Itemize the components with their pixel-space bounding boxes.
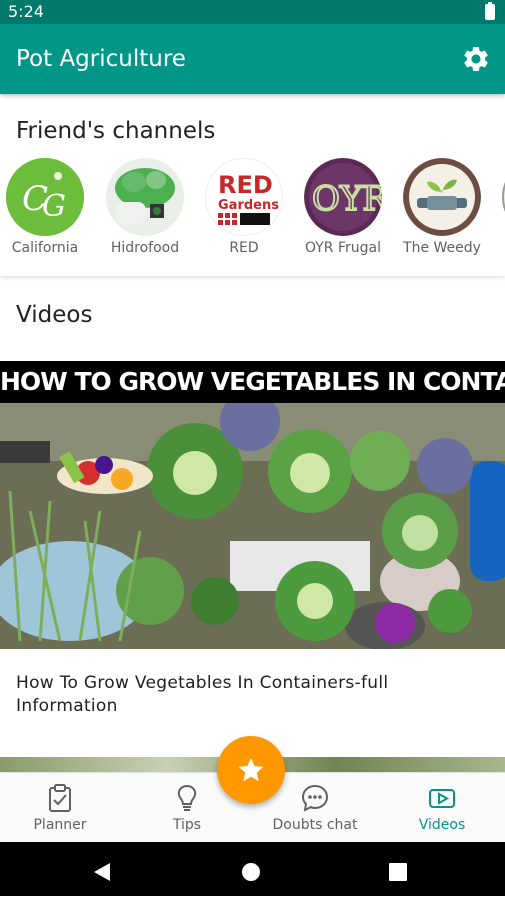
channel-avatar-weedy [403,158,481,236]
favorite-fab[interactable] [217,736,285,804]
channel-item[interactable]: RED Gardens RED [194,156,294,266]
nav-item-videos[interactable]: Videos [379,773,505,843]
channel-item[interactable] [491,156,505,266]
chat-icon [300,783,330,813]
red-logo-line2: Gardens [218,198,279,213]
clipboard-check-icon [45,783,75,813]
channel-item[interactable]: Hidrofood [95,156,195,266]
channel-avatar-hidrofood [106,158,184,236]
videos-title: Videos [16,302,93,328]
svg-text:G: G [42,189,66,224]
channel-avatar-oyr: OYR [304,158,382,236]
video-thumbnail[interactable]: HOW TO GROW VEGETABLES IN CONTAINERS [0,361,505,649]
nav-label: Videos [418,817,466,833]
system-nav-bar [0,842,505,896]
gear-icon[interactable] [461,44,491,74]
recents-icon [389,863,407,881]
status-time: 5:24 [8,2,44,21]
channel-name: Hidrofood [110,240,180,256]
friends-channels-card: Friend's channels C G California Hidrofo… [0,94,505,276]
thumbnail-title: HOW TO GROW VEGETABLES IN CONTAINERS [0,361,505,403]
channels-row[interactable]: C G California Hidrofood RED Gardens RED… [0,156,505,266]
channel-name: OYR Frugal [304,240,381,256]
channel-avatar-red: RED Gardens [205,158,283,236]
friends-title: Friend's channels [16,118,216,144]
app-bar: Pot Agriculture [0,24,505,94]
back-icon [94,863,110,881]
nav-label: Doubts chat [272,817,358,833]
status-bar: 5:24 [0,0,505,24]
channel-item[interactable]: OYR OYR Frugal [293,156,393,266]
lightbulb-icon [172,783,202,813]
nav-label: Planner [33,817,87,833]
channel-name: RED [229,240,259,256]
oyr-logo-text: OYR [312,179,382,219]
app-title: Pot Agriculture [16,46,186,72]
video-caption[interactable]: How To Grow Vegetables In Containers-ful… [16,672,486,718]
star-icon [238,758,264,782]
video-icon [427,783,457,813]
battery-icon [485,2,495,20]
nav-item-planner[interactable]: Planner [0,773,123,843]
channel-name: The Weedy [403,240,481,256]
vegetable-garden-image [0,361,505,649]
recents-button[interactable] [368,842,428,896]
channel-name: California [11,240,79,256]
back-button[interactable] [72,842,132,896]
nav-label: Tips [172,817,202,833]
home-button[interactable] [221,842,281,896]
channel-item[interactable]: The Weedy [392,156,492,266]
home-icon [242,863,260,881]
channel-item[interactable]: C G California [0,156,95,266]
channel-avatar-california: C G [6,158,84,236]
red-logo-line1: RED [218,171,273,199]
